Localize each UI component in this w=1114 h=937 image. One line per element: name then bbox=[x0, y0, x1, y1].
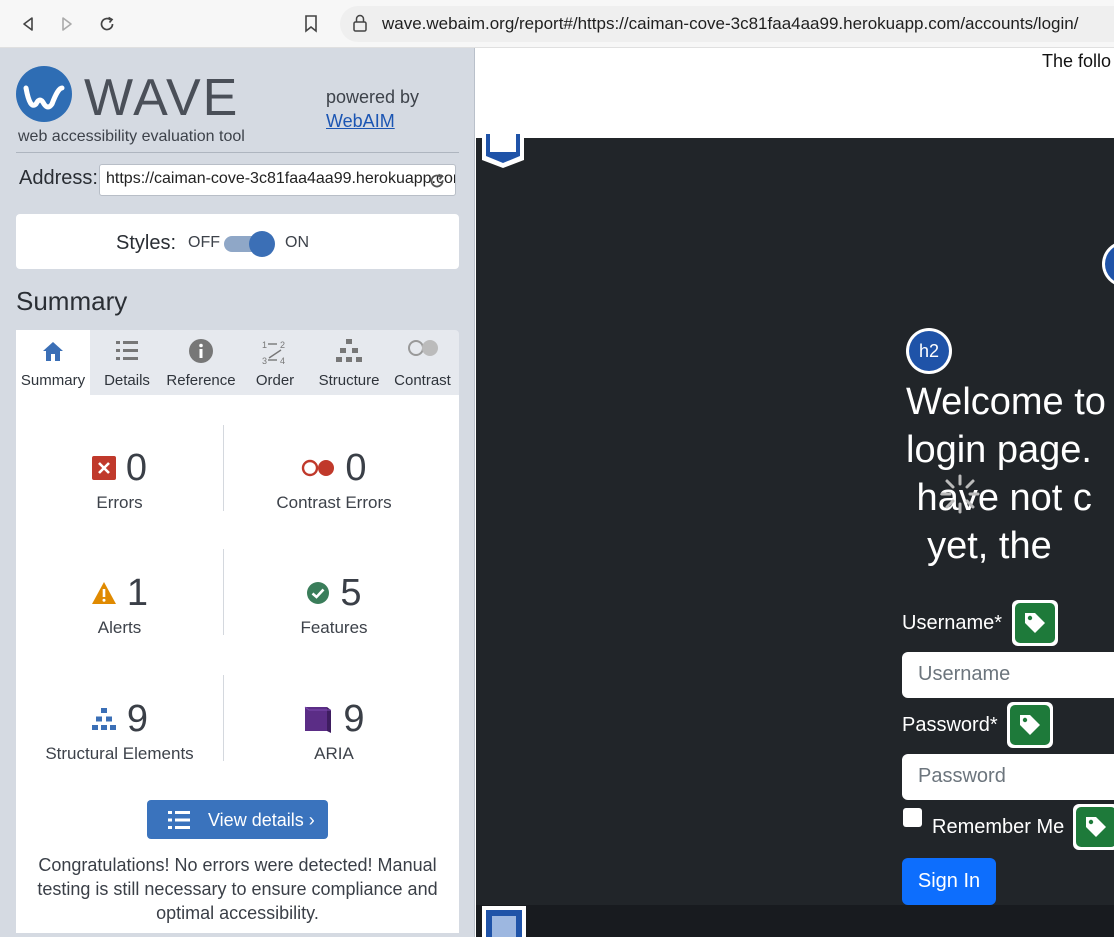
structural-label: Structural Elements bbox=[45, 744, 194, 763]
reload-icon[interactable] bbox=[93, 10, 121, 38]
remember-me-label: Remember Me bbox=[932, 816, 1065, 838]
aria-count: 9 bbox=[343, 697, 365, 740]
powered-by-text: powered by bbox=[326, 87, 420, 107]
tab-label: Summary bbox=[20, 372, 86, 389]
page-preview: The follo h2 Welcome to login page. have… bbox=[476, 48, 1114, 937]
address-label: Address: bbox=[19, 167, 98, 189]
aria-icon bbox=[305, 706, 332, 733]
styles-on-label: ON bbox=[285, 234, 309, 251]
preview-footer-strip bbox=[476, 905, 1114, 937]
tab-reference[interactable]: Reference bbox=[164, 330, 238, 395]
stat-alerts[interactable]: 1 Alerts bbox=[16, 570, 223, 638]
tab-label: Reference bbox=[166, 372, 236, 389]
label-tag-icon[interactable] bbox=[1073, 804, 1114, 850]
summary-heading: Summary bbox=[16, 286, 128, 316]
tab-details[interactable]: Details bbox=[90, 330, 164, 395]
styles-off-label: OFF bbox=[188, 234, 220, 251]
tab-label: Details bbox=[104, 372, 150, 389]
alerts-count: 1 bbox=[126, 571, 149, 614]
svg-text:4: 4 bbox=[280, 356, 285, 366]
bookmark-icon[interactable] bbox=[297, 10, 325, 38]
wave-tagline: web accessibility evaluation tool bbox=[18, 128, 245, 145]
styles-toggle-knob[interactable] bbox=[249, 231, 275, 257]
list-icon bbox=[168, 811, 190, 829]
webaim-link[interactable]: WebAIM bbox=[326, 111, 395, 131]
home-icon bbox=[40, 338, 66, 368]
order-icon: 1 2 3 4 bbox=[261, 338, 289, 370]
loading-spinner-icon bbox=[940, 474, 980, 514]
address-input[interactable]: https://caiman-cove-3c81faa4aa99.herokua… bbox=[99, 164, 456, 196]
divider bbox=[16, 152, 459, 153]
browser-toolbar: wave.webaim.org/report#/https://caiman-c… bbox=[0, 0, 1114, 48]
list-icon bbox=[114, 338, 140, 368]
tab-label: Order bbox=[255, 372, 295, 389]
features-count: 5 bbox=[340, 571, 362, 614]
report-tabs: Summary Details Reference 1 2 3 4 Order Str… bbox=[16, 330, 459, 395]
powered-by: powered by WebAIM bbox=[326, 85, 419, 133]
tab-order[interactable]: 1 2 3 4 Order bbox=[238, 330, 312, 395]
info-icon bbox=[188, 338, 214, 368]
tab-label: Structure bbox=[318, 372, 380, 389]
remember-me-checkbox[interactable] bbox=[903, 808, 922, 827]
wave-sidebar: WAVE web accessibility evaluation tool p… bbox=[0, 48, 475, 937]
alert-icon bbox=[91, 582, 116, 604]
stat-errors[interactable]: 0 Errors bbox=[16, 445, 223, 513]
view-details-label: View details › bbox=[208, 810, 315, 830]
wave-logo-icon bbox=[16, 66, 72, 122]
contrast-error-icon bbox=[302, 459, 335, 477]
username-label: Username* bbox=[902, 612, 1003, 634]
label-tag-icon[interactable] bbox=[1007, 702, 1053, 748]
feature-check-icon bbox=[307, 582, 330, 604]
sign-in-button[interactable]: Sign In bbox=[902, 858, 996, 905]
password-input[interactable]: Password bbox=[902, 754, 1114, 800]
structure-icon bbox=[91, 708, 116, 730]
h2-badge-text: h2 bbox=[909, 331, 949, 371]
summary-panel: 0 Errors 0 Contrast Errors 1 Alerts 5 Fe… bbox=[16, 395, 459, 933]
tab-structure[interactable]: Structure bbox=[312, 330, 386, 395]
svg-text:1: 1 bbox=[262, 340, 267, 350]
h2-badge-icon[interactable]: h2 bbox=[906, 328, 952, 374]
congratulations-message: Congratulations! No errors were detected… bbox=[37, 855, 438, 923]
aria-marker-icon[interactable] bbox=[480, 904, 528, 937]
preview-top-text: The follo bbox=[1042, 51, 1112, 71]
tab-summary[interactable]: Summary bbox=[16, 330, 90, 395]
lock-icon bbox=[352, 14, 368, 37]
stat-features[interactable]: 5 Features bbox=[224, 570, 444, 638]
password-label: Password* bbox=[902, 714, 998, 736]
back-icon[interactable] bbox=[14, 10, 42, 38]
svg-text:2: 2 bbox=[280, 340, 285, 350]
contrast-icon bbox=[407, 338, 439, 362]
svg-text:3: 3 bbox=[262, 356, 267, 366]
forward-icon[interactable] bbox=[53, 10, 81, 38]
aria-label: ARIA bbox=[314, 744, 354, 763]
errors-label: Errors bbox=[96, 493, 143, 512]
errors-count: 0 bbox=[125, 446, 148, 489]
features-label: Features bbox=[300, 618, 368, 637]
label-tag-icon[interactable] bbox=[1012, 600, 1058, 646]
view-details-button[interactable]: View details › bbox=[147, 800, 328, 839]
styles-label: Styles: bbox=[116, 232, 177, 254]
stat-contrast-errors[interactable]: 0 Contrast Errors bbox=[224, 445, 444, 513]
username-input[interactable]: Username bbox=[902, 652, 1114, 698]
contrast-errors-count: 0 bbox=[345, 446, 367, 489]
refresh-icon[interactable] bbox=[428, 172, 446, 195]
stat-aria[interactable]: 9 ARIA bbox=[224, 696, 444, 764]
tab-contrast[interactable]: Contrast bbox=[386, 330, 459, 395]
styles-toggle-card: Styles: OFF ON bbox=[16, 214, 459, 269]
structure-icon bbox=[335, 338, 363, 368]
aria-marker-icon[interactable] bbox=[480, 134, 526, 170]
wave-logo-text: WAVE bbox=[84, 69, 240, 127]
url-text[interactable]: wave.webaim.org/report#/https://caiman-c… bbox=[382, 14, 1078, 34]
structural-count: 9 bbox=[126, 697, 149, 740]
error-icon bbox=[91, 456, 116, 480]
contrast-errors-label: Contrast Errors bbox=[276, 493, 392, 512]
alerts-label: Alerts bbox=[97, 618, 142, 637]
tab-label: Contrast bbox=[394, 372, 451, 389]
stat-structural[interactable]: 9 Structural Elements bbox=[16, 696, 223, 764]
